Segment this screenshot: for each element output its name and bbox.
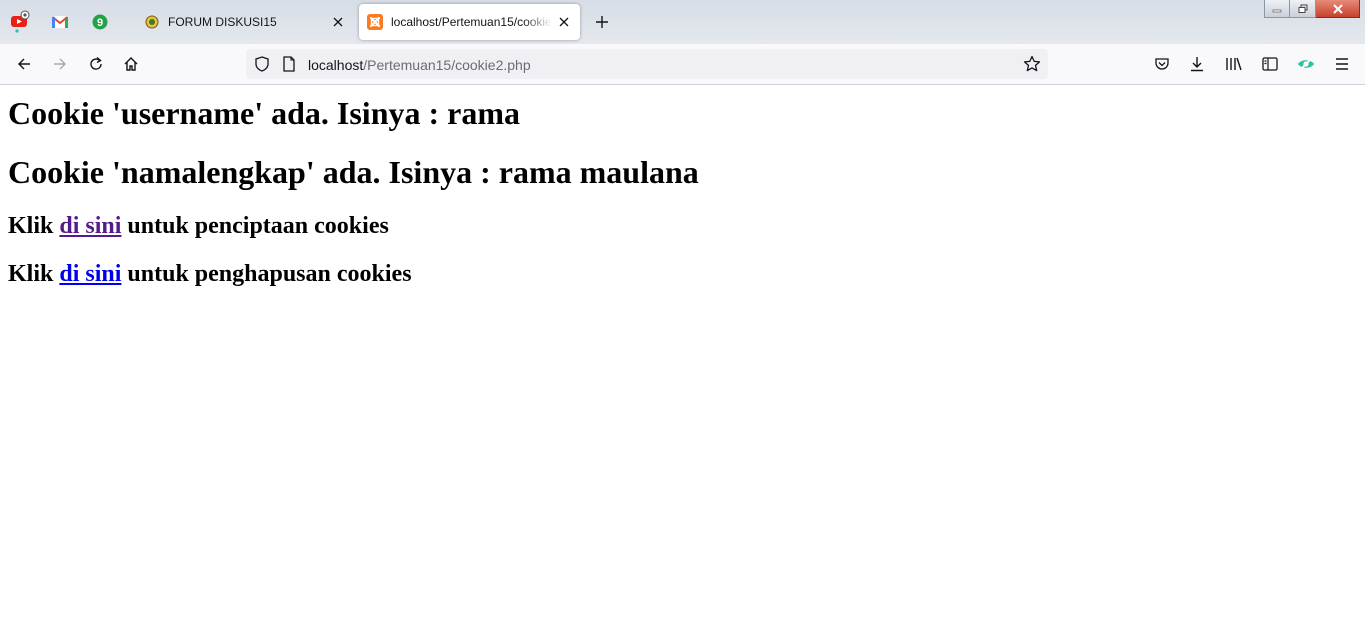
menu-button[interactable] <box>1327 50 1357 78</box>
restore-button[interactable] <box>1290 0 1316 18</box>
forward-button[interactable] <box>45 50 75 78</box>
tab-forum-diskusi[interactable]: FORUM DISKUSI15 <box>134 4 354 40</box>
home-icon <box>124 57 138 71</box>
gmail-icon <box>52 16 68 28</box>
close-tab-icon[interactable] <box>552 10 576 34</box>
delete-cookies-link[interactable]: di sini <box>59 261 121 287</box>
close-tab-icon[interactable] <box>326 10 350 34</box>
extension-button[interactable] <box>1291 50 1321 78</box>
back-arrow-icon <box>18 58 30 70</box>
reload-icon <box>90 56 102 70</box>
page-info-icon[interactable] <box>280 55 298 73</box>
url-host: localhost <box>308 57 364 73</box>
delete-prefix: Klik <box>8 261 60 287</box>
plus-icon <box>596 16 608 28</box>
navigation-toolbar: localhost/Pertemuan15/cookie2.php <box>0 44 1365 85</box>
forward-arrow-icon <box>54 58 66 70</box>
tracking-protection-shield-icon[interactable] <box>252 54 272 74</box>
namalengkap-cookie-heading: Cookie 'namalengkap' ada. Isinya : rama … <box>8 154 699 190</box>
forum-crest-icon <box>144 14 160 30</box>
bookmark-star-icon[interactable] <box>1021 53 1043 75</box>
delete-cookies-line: Klik di sini untuk penghapusan cookies <box>8 260 412 288</box>
reload-button[interactable] <box>81 50 111 78</box>
close-window-button[interactable] <box>1316 0 1360 18</box>
minimize-icon <box>1272 9 1282 12</box>
sidebar-button[interactable] <box>1255 50 1285 78</box>
tab-title: FORUM DISKUSI15 <box>168 15 277 29</box>
create-prefix: Klik <box>8 213 60 239</box>
home-button[interactable] <box>116 50 146 78</box>
window-controls <box>1264 0 1360 18</box>
pinned-tab-youtube[interactable] <box>3 6 37 38</box>
username-cookie-heading: Cookie 'username' ada. Isinya : rama <box>8 95 520 131</box>
create-suffix: untuk penciptaan cookies <box>121 213 389 239</box>
youtube-notification-icon <box>11 10 30 33</box>
restore-icon <box>1298 4 1307 13</box>
tab-title: localhost/Pertemuan15/cookie2.php <box>391 15 552 29</box>
new-tab-button[interactable] <box>589 9 615 35</box>
tab-strip: 9 FORUM DISKUSI15 localhost/Pertemuan15/… <box>0 0 1365 44</box>
pocket-icon <box>1155 58 1169 70</box>
green-badge-icon: 9 <box>92 14 108 30</box>
tab-cookie2[interactable]: localhost/Pertemuan15/cookie2.php <box>359 4 580 40</box>
create-cookies-line: Klik di sini untuk penciptaan cookies <box>8 212 389 240</box>
sidebar-icon <box>1262 57 1278 71</box>
hamburger-menu-icon <box>1336 58 1348 70</box>
back-button[interactable] <box>9 50 39 78</box>
url-text[interactable]: localhost/Pertemuan15/cookie2.php <box>308 57 531 73</box>
create-cookies-link[interactable]: di sini <box>59 213 121 239</box>
library-icon <box>1226 57 1242 71</box>
download-icon <box>1191 57 1203 72</box>
minimize-button[interactable] <box>1264 0 1290 18</box>
url-path: /Pertemuan15/cookie2.php <box>363 57 531 73</box>
delete-suffix: untuk penghapusan cookies <box>121 261 412 287</box>
page-content: Cookie 'username' ada. Isinya : rama Coo… <box>0 85 1365 629</box>
pinned-tab-green-app[interactable]: 9 <box>83 6 117 38</box>
pinned-tab-gmail[interactable] <box>43 6 77 38</box>
address-bar[interactable]: localhost/Pertemuan15/cookie2.php <box>246 49 1048 79</box>
downloads-button[interactable] <box>1182 50 1212 78</box>
eye-extension-icon <box>1298 57 1314 71</box>
pocket-button[interactable] <box>1147 50 1177 78</box>
xampp-icon <box>367 14 383 30</box>
svg-text:9: 9 <box>97 17 103 29</box>
close-icon <box>1332 3 1343 14</box>
library-button[interactable] <box>1219 50 1249 78</box>
